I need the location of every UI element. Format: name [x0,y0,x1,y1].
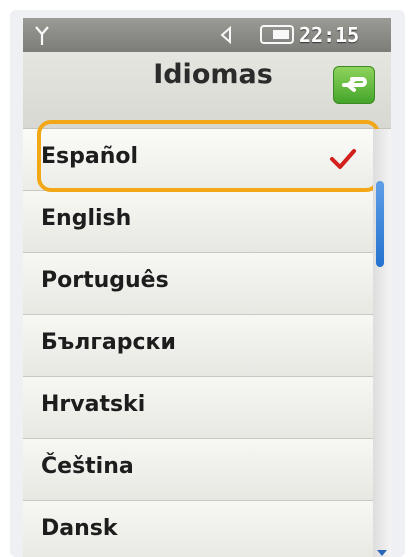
list-item-dansk[interactable]: Dansk [23,501,373,557]
signal-icon [35,26,49,45]
back-button[interactable] [333,66,375,104]
list-item-bulgarian[interactable]: Български [23,315,373,377]
scroll-thumb[interactable] [376,181,384,267]
selection-highlight [37,120,380,192]
list-item-label: Čeština [41,454,134,479]
scrollbar[interactable] [373,129,391,557]
page-title: Idiomas [153,59,273,90]
list-item-hrvatski[interactable]: Hrvatski [23,377,373,439]
battery-level [273,30,289,39]
list-item-label: Português [41,268,169,293]
status-bar: 22:15 [23,18,391,52]
list-item-label: Български [41,330,176,355]
sound-icon [220,26,231,44]
language-list: Español English Português Български Hrva… [23,129,373,557]
list-item-label: English [41,206,132,231]
list-item-english[interactable]: English [23,191,373,253]
list-item-label: Hrvatski [41,392,146,417]
list-item-portugues[interactable]: Português [23,253,373,315]
phone-screen: 22:15 Idiomas Español English Português … [23,18,391,557]
list-item-cestina[interactable]: Čeština [23,439,373,501]
status-time: 22:15 [299,23,360,47]
scroll-down-icon[interactable] [377,550,387,556]
back-arrow-icon [342,77,367,92]
battery-icon [260,25,294,44]
list-item-label: Dansk [41,516,118,541]
